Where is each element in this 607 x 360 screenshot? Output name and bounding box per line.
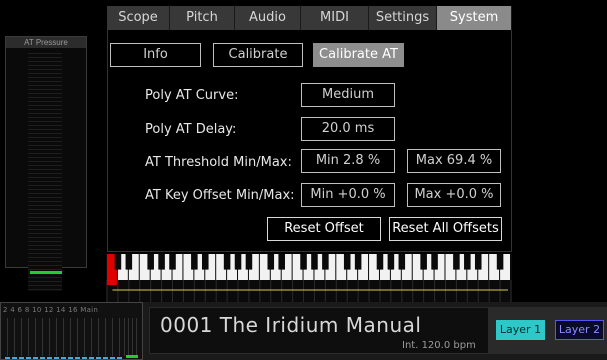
channel-levels [5, 357, 123, 359]
black-key[interactable] [496, 254, 504, 270]
black-key[interactable] [464, 254, 471, 270]
at-key-offset-min-value[interactable]: Min +0.0 % [301, 183, 395, 207]
at-key-offset-max-value[interactable]: Max +0.0 % [407, 183, 501, 207]
black-key[interactable] [223, 254, 231, 270]
at-threshold-max-value[interactable]: Max 69.4 % [407, 149, 501, 173]
black-key[interactable] [453, 254, 460, 270]
black-key[interactable] [114, 254, 122, 270]
black-key[interactable] [387, 254, 395, 270]
tab-system[interactable]: System [437, 6, 512, 30]
black-key[interactable] [376, 254, 384, 270]
black-key[interactable] [234, 254, 242, 270]
poly-at-delay-value[interactable]: 20.0 ms [301, 117, 395, 141]
reset-all-offsets-button[interactable]: Reset All Offsets [389, 217, 502, 241]
keyboard[interactable] [106, 254, 512, 302]
layer-1-button[interactable]: Layer 1 [496, 320, 545, 340]
info-button[interactable]: Info [110, 43, 201, 67]
tempo-display: Int. 120.0 bpm [402, 340, 476, 351]
black-key[interactable] [267, 254, 275, 270]
at-pressure-level [30, 271, 62, 275]
channel-labels: 2 4 6 8 10 12 14 16 Main [3, 306, 99, 314]
tab-scope[interactable]: Scope [107, 6, 170, 30]
black-key[interactable] [311, 254, 318, 270]
black-key[interactable] [474, 254, 482, 270]
at-threshold-min-value[interactable]: Min 2.8 % [301, 149, 395, 173]
channel-meters [7, 318, 123, 356]
layer-2-button[interactable]: Layer 2 [555, 320, 604, 340]
tab-midi[interactable]: MIDI [301, 6, 369, 30]
preset-name: 0001 The Iridium Manual [160, 313, 422, 337]
keyboard-keys[interactable] [106, 254, 512, 302]
tab-bar: Scope Pitch Audio MIDI Settings System [107, 6, 512, 30]
black-key[interactable] [245, 254, 253, 270]
tab-settings[interactable]: Settings [369, 6, 437, 30]
selected-key-indicator [107, 280, 117, 285]
black-key[interactable] [343, 254, 351, 270]
black-key[interactable] [158, 254, 165, 270]
black-key[interactable] [322, 254, 329, 270]
main-meter [124, 318, 138, 356]
black-key[interactable] [191, 254, 198, 270]
at-pressure-panel: AT Pressure [5, 36, 87, 291]
channel-mixer[interactable]: 2 4 6 8 10 12 14 16 Main [0, 302, 143, 360]
black-key[interactable] [420, 254, 427, 270]
black-key[interactable] [147, 254, 154, 270]
at-pressure-meter [28, 53, 62, 291]
calibrate-at-button[interactable]: Calibrate AT [313, 43, 404, 67]
black-key[interactable] [201, 254, 209, 270]
black-key[interactable] [278, 254, 285, 270]
calibrate-button[interactable]: Calibrate [213, 43, 303, 67]
black-key[interactable] [300, 254, 307, 270]
reset-offset-button[interactable]: Reset Offset [267, 217, 381, 241]
poly-at-delay-label: Poly AT Delay: [145, 122, 237, 137]
main-level [126, 355, 138, 358]
black-key[interactable] [169, 254, 176, 270]
at-key-offset-label: AT Key Offset Min/Max: [145, 188, 295, 203]
poly-at-curve-label: Poly AT Curve: [145, 88, 239, 103]
at-pressure-title: AT Pressure [6, 37, 86, 48]
black-key[interactable] [354, 254, 362, 270]
tab-pitch[interactable]: Pitch [170, 6, 235, 30]
black-key[interactable] [125, 254, 133, 270]
at-threshold-label: AT Threshold Min/Max: [145, 155, 292, 170]
black-key[interactable] [431, 254, 438, 270]
tab-audio[interactable]: Audio [235, 6, 301, 30]
black-key[interactable] [398, 254, 406, 270]
poly-at-curve-value[interactable]: Medium [301, 83, 395, 107]
